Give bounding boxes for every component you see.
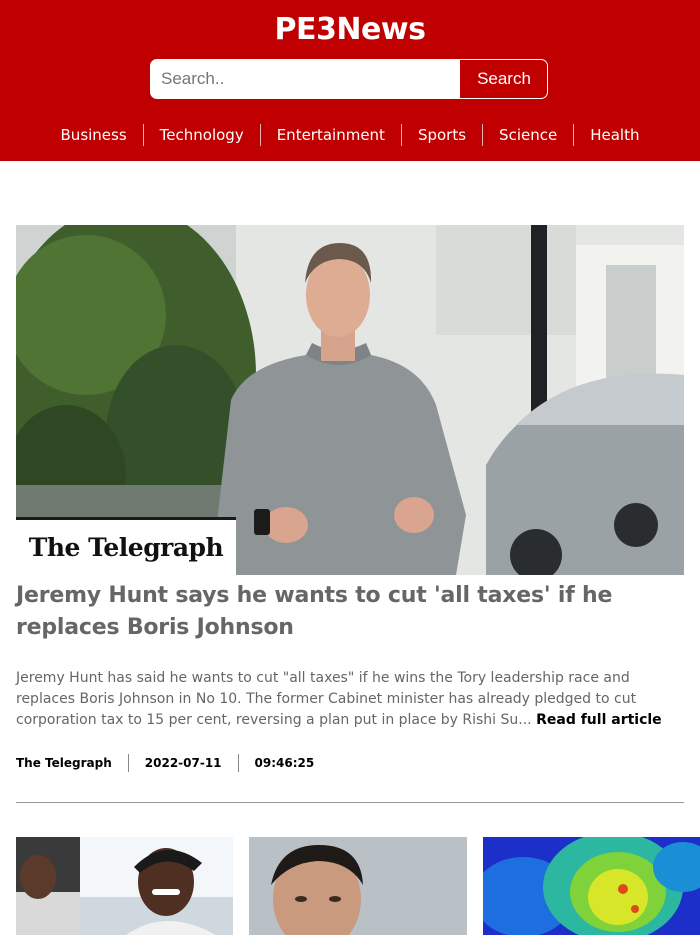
search-bar: Search [150, 59, 548, 99]
thumbnail-photo-3 [483, 837, 700, 935]
site-logo[interactable]: PE3News [0, 12, 700, 47]
nav-item-science[interactable]: Science [482, 124, 573, 146]
source-logo: The Telegraph [16, 517, 236, 575]
thumbnail-photo-2 [249, 837, 467, 935]
nav-item-health[interactable]: Health [573, 124, 655, 146]
nav-item-technology[interactable]: Technology [142, 124, 260, 146]
search-input[interactable] [151, 60, 459, 98]
article-thumbnail-2[interactable] [249, 837, 467, 935]
thumbnail-photo-1 [16, 837, 233, 935]
article-date: 2022-07-11 [127, 754, 238, 772]
article-meta: The Telegraph 2022-07-11 09:46:25 [16, 752, 330, 774]
category-nav: Business Technology Entertainment Sports… [0, 122, 700, 148]
site-header: PE3News Search Business Technology Enter… [0, 0, 700, 161]
nav-item-entertainment[interactable]: Entertainment [259, 124, 401, 146]
article-thumbnail-1[interactable] [16, 837, 233, 935]
read-full-article-link[interactable]: Read full article [536, 712, 662, 728]
search-button[interactable]: Search [460, 60, 547, 98]
article-summary: Jeremy Hunt has said he wants to cut "al… [16, 668, 684, 731]
article-time: 09:46:25 [237, 754, 331, 772]
article-source: The Telegraph [16, 756, 112, 770]
section-divider [16, 802, 684, 803]
nav-item-sports[interactable]: Sports [400, 124, 482, 146]
featured-article-image[interactable]: The Telegraph [16, 225, 684, 575]
nav-item-business[interactable]: Business [45, 124, 143, 146]
article-headline[interactable]: Jeremy Hunt says he wants to cut 'all ta… [16, 580, 684, 644]
article-thumbnail-3[interactable] [483, 837, 700, 935]
